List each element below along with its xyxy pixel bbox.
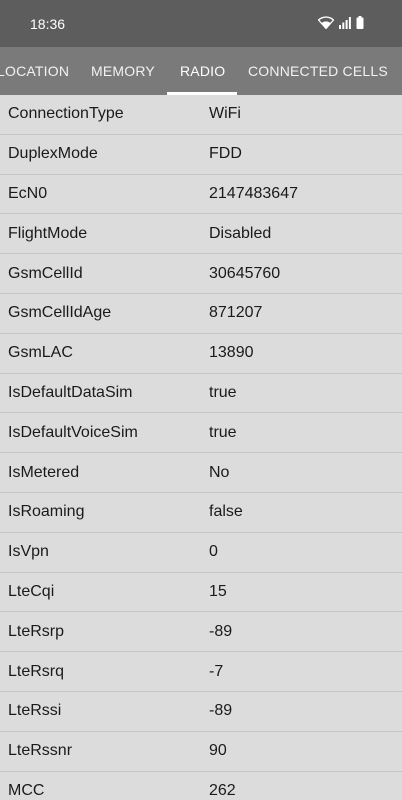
row-key: ConnectionType — [8, 105, 124, 123]
row-key: DuplexMode — [8, 145, 98, 163]
active-tab-indicator — [167, 92, 237, 95]
row-value: -7 — [209, 662, 224, 680]
row-key: LteCqi — [8, 582, 55, 600]
tab-memory[interactable]: MEMORY — [91, 47, 155, 95]
list-item: LteRsrp -89 — [0, 612, 402, 653]
row-value: WiFi — [209, 105, 241, 123]
wifi-icon — [317, 15, 335, 32]
list-item: GsmCellIdAge 871207 — [0, 294, 402, 334]
row-key: GsmCellId — [8, 264, 83, 282]
row-value: No — [209, 463, 230, 481]
row-key: IsMetered — [8, 463, 80, 481]
row-value: -89 — [209, 702, 233, 720]
row-key: IsVpn — [8, 543, 49, 561]
list-item: LteRssnr 90 — [0, 732, 402, 772]
row-value: true — [209, 383, 237, 401]
row-key: IsDefaultVoiceSim — [8, 423, 138, 441]
list-item: LteRsrq -7 — [0, 652, 402, 692]
row-key: GsmCellIdAge — [8, 304, 112, 322]
row-value: FDD — [209, 145, 242, 163]
row-key: LteRssi — [8, 702, 62, 720]
status-icons — [317, 15, 364, 32]
list-item: GsmCellId 30645760 — [0, 254, 402, 294]
list-item: IsDefaultVoiceSim true — [0, 413, 402, 454]
list-item: EcN0 2147483647 — [0, 175, 402, 215]
list-item: GsmLAC 13890 — [0, 334, 402, 374]
signal-icon — [339, 16, 351, 32]
list-item: IsRoaming false — [0, 493, 402, 533]
row-value: 871207 — [209, 304, 263, 322]
list-item: IsMetered No — [0, 453, 402, 493]
row-value: 13890 — [209, 344, 254, 362]
list-item: ConnectionType WiFi — [0, 95, 402, 135]
row-key: IsDefaultDataSim — [8, 383, 133, 401]
row-key: LteRssnr — [8, 742, 73, 760]
row-value: 30645760 — [209, 264, 281, 282]
list-item: MCC 262 — [0, 772, 402, 800]
status-bar: 18:36 — [0, 0, 402, 47]
battery-icon — [356, 15, 364, 32]
radio-info-list: ConnectionType WiFi DuplexMode FDD EcN0 214… — [0, 95, 402, 800]
row-value: 15 — [209, 582, 227, 600]
row-value: 2147483647 — [209, 184, 298, 202]
row-key: LteRsrq — [8, 662, 65, 680]
list-item: LteRssi -89 — [0, 692, 402, 732]
list-item: DuplexMode FDD — [0, 135, 402, 175]
row-value: Disabled — [209, 224, 272, 242]
status-time: 18:36 — [30, 15, 66, 32]
row-value: false — [209, 503, 243, 521]
row-value: -89 — [209, 622, 233, 640]
tab-radio[interactable]: RADIO — [180, 47, 225, 95]
row-value: 90 — [209, 742, 227, 760]
row-key: EcN0 — [8, 184, 48, 202]
list-item: LteCqi 15 — [0, 573, 402, 613]
tab-connected-cells[interactable]: CONNECTED CELLS — [248, 47, 388, 95]
list-item: IsVpn 0 — [0, 533, 402, 573]
row-key: FlightMode — [8, 224, 88, 242]
tab-bar: LOCATION MEMORY RADIO CONNECTED CELLS — [0, 47, 402, 95]
row-key: MCC — [8, 781, 45, 799]
list-item: FlightMode Disabled — [0, 214, 402, 255]
list-item: IsDefaultDataSim true — [0, 374, 402, 414]
row-value: 0 — [209, 543, 218, 561]
row-key: GsmLAC — [8, 344, 73, 362]
row-value: 262 — [209, 781, 236, 799]
row-value: true — [209, 423, 237, 441]
row-key: IsRoaming — [8, 503, 85, 521]
row-key: LteRsrp — [8, 622, 65, 640]
tab-location[interactable]: LOCATION — [0, 47, 69, 95]
